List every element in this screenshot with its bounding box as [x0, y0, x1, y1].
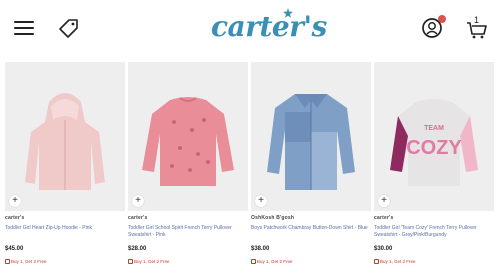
promo-text: Buy 1, Get 2 Free	[257, 259, 293, 264]
notification-dot	[438, 15, 446, 23]
carters-logo[interactable]: carter's	[211, 8, 327, 44]
promo-badge: Buy 1, Get 2 Free	[5, 259, 47, 265]
site-header: carter's 1	[0, 0, 500, 58]
cart-button[interactable]: 1	[466, 15, 488, 40]
product-brand: carter's	[374, 215, 394, 221]
promo-text: Buy 1, Get 2 Free	[134, 259, 170, 264]
promo-badge: Buy 1, Get 2 Free	[128, 259, 170, 265]
promo-icon	[5, 259, 10, 265]
product-brand: carter's	[128, 215, 148, 221]
product-title[interactable]: Toddler Girl School Spirit French Terry …	[128, 225, 246, 239]
sweatshirt-print-cozy: COZY	[406, 137, 462, 159]
promo-icon	[251, 259, 256, 265]
add-to-cart-button[interactable]: +	[255, 195, 267, 207]
product-image[interactable]	[128, 62, 248, 211]
logo-text: carter's	[211, 10, 327, 43]
add-to-cart-button[interactable]: +	[132, 195, 144, 207]
product-title[interactable]: Toddler Girl 'Team Cozy' French Terry Pu…	[374, 225, 492, 239]
product-brand: carter's	[5, 215, 25, 221]
product-price: $45.00	[5, 246, 24, 252]
hamburger-menu-icon[interactable]	[14, 20, 34, 36]
promo-text: Buy 1, Get 2 Free	[11, 259, 47, 264]
cart-count: 1	[474, 15, 480, 25]
promo-badge: Buy 1, Get 2 Free	[251, 259, 293, 265]
product-card[interactable]: + carter's Toddler Girl School Spirit Fr…	[128, 62, 248, 273]
promo-icon	[128, 259, 133, 265]
product-price: $38.00	[251, 246, 270, 252]
sweatshirt-print-team: TEAM	[424, 125, 444, 132]
logo-star-icon	[283, 8, 293, 18]
product-price: $28.00	[128, 246, 147, 252]
add-to-cart-button[interactable]: +	[378, 195, 390, 207]
account-icon[interactable]	[421, 15, 446, 40]
product-title[interactable]: Toddler Girl Heart Zip-Up Hoodie - Pink	[5, 225, 123, 232]
product-card[interactable]: TEAM COZY + carter's Toddler Girl 'Team …	[374, 62, 494, 273]
price-tag-icon[interactable]	[58, 17, 80, 39]
promo-text: Buy 1, Get 2 Free	[380, 259, 416, 264]
product-title[interactable]: Boys Patchwork Chambray Button-Down Shir…	[251, 225, 369, 232]
product-card[interactable]: + OshKosh B'gosh Boys Patchwork Chambray…	[251, 62, 371, 273]
product-image[interactable]: TEAM COZY	[374, 62, 494, 211]
product-image[interactable]	[251, 62, 371, 211]
product-card[interactable]: + carter's Toddler Girl Heart Zip-Up Hoo…	[5, 62, 125, 273]
product-image[interactable]	[5, 62, 125, 211]
promo-badge: Buy 1, Get 2 Free	[374, 259, 416, 265]
promo-icon	[374, 259, 379, 265]
add-to-cart-button[interactable]: +	[9, 195, 21, 207]
product-price: $30.00	[374, 246, 393, 252]
product-brand: OshKosh B'gosh	[251, 215, 295, 221]
product-grid: + carter's Toddler Girl Heart Zip-Up Hoo…	[5, 62, 495, 273]
